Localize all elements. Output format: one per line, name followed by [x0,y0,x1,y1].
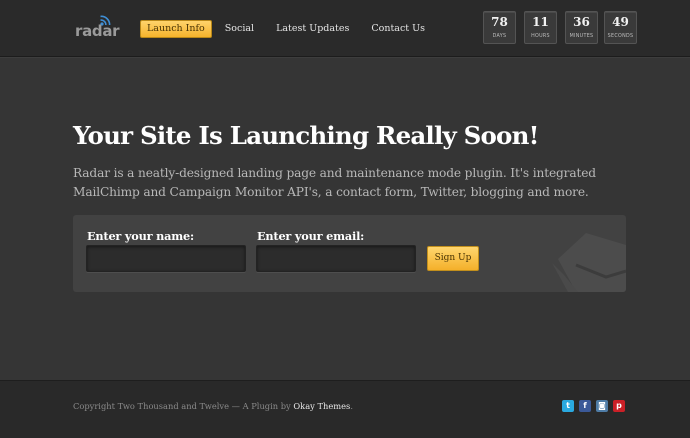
countdown-days-value: 78 [491,15,508,29]
countdown-seconds-label: SECONDS [607,34,634,39]
nav-launch-info[interactable]: Launch Info [140,20,212,38]
countdown-hours: 11 HOURS [524,11,557,44]
nav-latest-updates[interactable]: Latest Updates [276,20,349,38]
signup-form: Enter your name: Enter your email: Sign … [73,215,626,292]
instagram-icon[interactable]: ◙ [596,400,608,412]
main-nav: Launch Info Social Latest Updates Contac… [140,20,447,38]
page-title: Your Site Is Launching Really Soon! [73,121,539,150]
okay-themes-link[interactable]: Okay Themes [293,401,350,411]
countdown-seconds: 49 SECONDS [604,11,637,44]
countdown-seconds-value: 49 [612,15,629,29]
copyright-prefix: Copyright Two Thousand and Twelve — A Pl… [73,401,294,411]
social-links: t f ◙ p [562,400,625,412]
facebook-icon[interactable]: f [579,400,591,412]
pinterest-icon[interactable]: p [613,400,625,412]
logo[interactable]: radar [75,14,120,40]
countdown-hours-label: HOURS [531,34,550,39]
paper-plane-icon [552,233,626,292]
countdown-days-label: DAYS [492,34,507,39]
header: radar Launch Info Social Latest Updates … [0,0,690,57]
logo-text: radar [75,22,120,40]
nav-contact-us[interactable]: Contact Us [371,20,425,38]
intro-text: Radar is a neatly-designed landing page … [73,166,596,199]
main-content: Your Site Is Launching Really Soon! Rada… [0,58,690,380]
copyright-text: Copyright Two Thousand and Twelve — A Pl… [73,401,353,411]
countdown: 78 DAYS 11 HOURS 36 MINUTES 49 SECONDS [483,11,637,44]
twitter-icon[interactable]: t [562,400,574,412]
sign-up-button[interactable]: Sign Up [427,246,479,271]
name-input[interactable] [86,245,246,272]
countdown-minutes-label: MINUTES [569,34,594,39]
nav-social[interactable]: Social [225,20,254,38]
countdown-minutes: 36 MINUTES [565,11,598,44]
countdown-days: 78 DAYS [483,11,516,44]
countdown-minutes-value: 36 [573,15,590,29]
footer: Copyright Two Thousand and Twelve — A Pl… [0,380,690,438]
name-label: Enter your name: [87,229,194,243]
email-input[interactable] [256,245,416,272]
email-label: Enter your email: [257,229,365,243]
countdown-hours-value: 11 [532,15,549,29]
copyright-suffix: . [350,401,353,411]
